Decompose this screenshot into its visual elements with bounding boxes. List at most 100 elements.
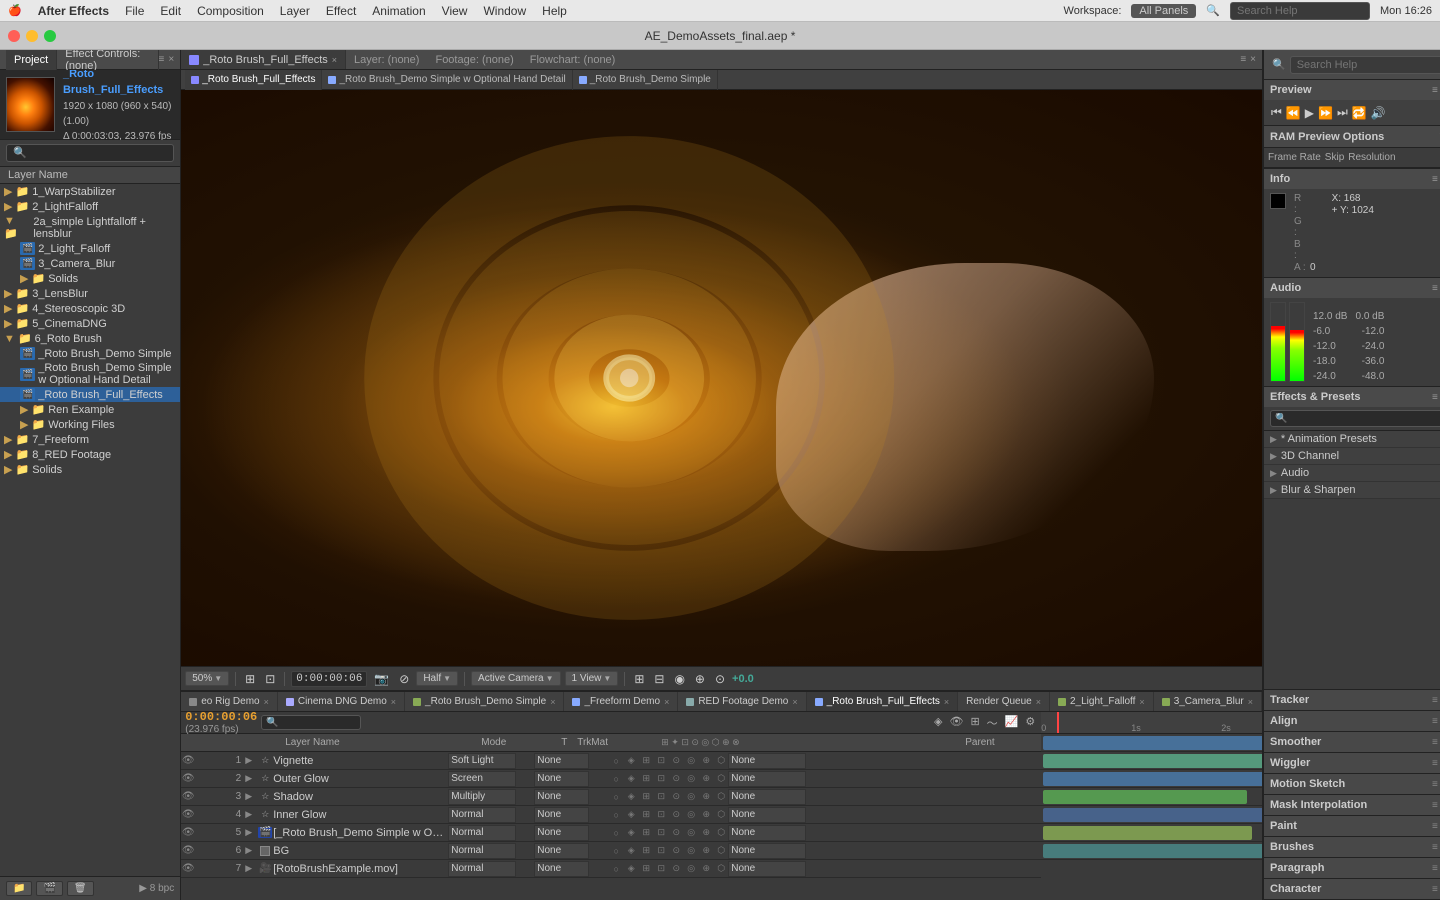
audio-button[interactable]: 🔊 bbox=[1370, 105, 1387, 121]
view-options-1[interactable]: ⊞ bbox=[631, 671, 647, 687]
mini-panel-header[interactable]: Align ≡ × bbox=[1264, 711, 1440, 731]
switch-3[interactable]: ⊞ bbox=[639, 862, 653, 876]
trkmat-cell[interactable]: NoneAlpha MatteAlpha Inverted Matte bbox=[534, 789, 609, 805]
effect-category-header[interactable]: ▶ Blur & Sharpen bbox=[1264, 482, 1440, 499]
effects-search-input[interactable] bbox=[1270, 410, 1440, 427]
layer-row[interactable]: 👁 6 ▶ BG NormalScreenMultiplyOverlaySoft… bbox=[181, 842, 1041, 860]
switch-2[interactable]: ◈ bbox=[624, 808, 638, 822]
menu-composition[interactable]: Composition bbox=[197, 4, 264, 18]
switch-quality[interactable]: ⊡ bbox=[654, 790, 668, 804]
mini-panel-header[interactable]: Paragraph ≡ × bbox=[1264, 858, 1440, 878]
camera-control[interactable]: Active Camera ▼ bbox=[471, 671, 561, 686]
new-comp-button[interactable]: 🎬 bbox=[36, 881, 62, 896]
switch-3d[interactable]: ⬡ bbox=[714, 790, 728, 804]
switch-1[interactable]: ○ bbox=[609, 844, 623, 858]
project-tab[interactable]: Project bbox=[6, 50, 57, 70]
mini-panel-header[interactable]: Tracker ≡ × bbox=[1264, 690, 1440, 710]
switch-3d[interactable]: ⬡ bbox=[714, 754, 728, 768]
go-to-start-button[interactable]: ⏮ bbox=[1270, 104, 1283, 121]
tab-close[interactable]: × bbox=[264, 697, 269, 707]
project-tree-item[interactable]: 🎬_Roto Brush_Demo Simple bbox=[0, 346, 180, 361]
enable-motion-blur-icon[interactable]: 〜 bbox=[985, 714, 1000, 732]
timeline-bar[interactable] bbox=[1043, 736, 1262, 750]
switch-1[interactable]: ○ bbox=[609, 862, 623, 876]
menu-help[interactable]: Help bbox=[542, 4, 567, 18]
timeline-bar[interactable] bbox=[1043, 772, 1262, 786]
switch-5[interactable]: ⊙ bbox=[669, 808, 683, 822]
timeline-tab[interactable]: 3_Camera_Blur× bbox=[1154, 692, 1262, 712]
parent-dropdown[interactable]: None bbox=[728, 843, 806, 859]
menu-file[interactable]: File bbox=[125, 4, 144, 18]
layer-visibility[interactable]: 👁 bbox=[181, 863, 195, 874]
tab-close[interactable]: × bbox=[664, 697, 669, 707]
mini-panel-header[interactable]: Motion Sketch ≡ × bbox=[1264, 774, 1440, 794]
layer-expand[interactable]: ▶ bbox=[245, 863, 257, 874]
switch-3[interactable]: ⊞ bbox=[639, 772, 653, 786]
tab-close[interactable]: × bbox=[1139, 697, 1144, 707]
mini-panel-header[interactable]: Wiggler ≡ × bbox=[1264, 753, 1440, 773]
switch-6[interactable]: ◎ bbox=[684, 790, 698, 804]
switch-5[interactable]: ⊙ bbox=[669, 754, 683, 768]
switch-1[interactable]: ○ bbox=[609, 754, 623, 768]
panel-menu-icon[interactable]: ≡ bbox=[1432, 884, 1438, 895]
project-tree-item[interactable]: ▶ 📁4_Stereoscopic 3D bbox=[0, 301, 180, 316]
parent-cell[interactable]: None bbox=[728, 753, 808, 769]
timeline-tab[interactable]: Render Queue× bbox=[958, 692, 1050, 712]
layer-mode[interactable]: NormalScreenMultiplyOverlaySoft LightAdd… bbox=[448, 753, 518, 769]
trkmat-cell[interactable]: NoneAlpha MatteAlpha Inverted Matte bbox=[534, 807, 609, 823]
switch-3[interactable]: ⊞ bbox=[639, 826, 653, 840]
panel-menu-icon[interactable]: ≡ bbox=[1432, 779, 1438, 790]
audio-header[interactable]: Audio ≡ × bbox=[1264, 278, 1440, 298]
layer-row[interactable]: 👁 3 ▶ ☆ Shadow NormalScreenMultiplyOverl… bbox=[181, 788, 1041, 806]
project-tree-item[interactable]: ▼ 📁2a_simple Lightfalloff + lensblur bbox=[0, 214, 180, 241]
preview-header[interactable]: Preview ≡ × bbox=[1264, 80, 1440, 100]
mini-panel-header[interactable]: Smoother ≡ × bbox=[1264, 732, 1440, 752]
timecode-display[interactable]: 0:00:00:06 bbox=[291, 671, 367, 687]
view-options-4[interactable]: ⊕ bbox=[692, 671, 708, 687]
switch-1[interactable]: ○ bbox=[609, 790, 623, 804]
info-menu[interactable]: ≡ bbox=[1432, 174, 1438, 185]
switch-1[interactable]: ○ bbox=[609, 772, 623, 786]
project-tree-item[interactable]: ▶ 📁8_RED Footage bbox=[0, 447, 180, 462]
project-tree-item[interactable]: ▶ 📁Solids bbox=[0, 462, 180, 477]
step-back-button[interactable]: ⏪ bbox=[1285, 105, 1302, 121]
project-tree-item[interactable]: 🎬3_Camera_Blur bbox=[0, 256, 180, 271]
enable-frame-blend-icon[interactable]: ⊞ bbox=[968, 714, 981, 732]
switch-quality[interactable]: ⊡ bbox=[654, 826, 668, 840]
comp-tab-close[interactable]: × bbox=[332, 55, 337, 65]
timeline-tab[interactable]: eo Rig Demo× bbox=[181, 692, 278, 712]
menu-window[interactable]: Window bbox=[483, 4, 526, 18]
switch-quality[interactable]: ⊡ bbox=[654, 772, 668, 786]
mode-dropdown[interactable]: NormalScreenMultiplyOverlaySoft LightAdd… bbox=[448, 843, 516, 859]
trkmat-cell[interactable]: NoneAlpha MatteAlpha Inverted Matte bbox=[534, 861, 609, 877]
trkmat-cell[interactable]: NoneAlpha MatteAlpha Inverted Matte bbox=[534, 843, 609, 859]
switch-3d[interactable]: ⬡ bbox=[714, 772, 728, 786]
switch-3[interactable]: ⊞ bbox=[639, 808, 653, 822]
switch-6[interactable]: ◎ bbox=[684, 844, 698, 858]
timeline-tab[interactable]: Cinema DNG Demo× bbox=[278, 692, 405, 712]
delete-button[interactable]: 🗑 bbox=[67, 881, 94, 896]
project-tree-item[interactable]: ▶ 📁Ren Example bbox=[0, 402, 180, 417]
switch-1[interactable]: ○ bbox=[609, 808, 623, 822]
switch-quality[interactable]: ⊡ bbox=[654, 754, 668, 768]
layer-mode[interactable]: NormalScreenMultiplyOverlaySoft LightAdd… bbox=[448, 843, 518, 859]
parent-cell[interactable]: None bbox=[728, 843, 808, 859]
step-forward-button[interactable]: ⏩ bbox=[1317, 105, 1334, 121]
mini-panel-header[interactable]: Character ≡ × bbox=[1264, 879, 1440, 899]
project-tree-item[interactable]: ▶ 📁5_CinemaDNG bbox=[0, 316, 180, 331]
composition-viewer[interactable] bbox=[181, 90, 1262, 666]
timeline-search-input[interactable] bbox=[261, 715, 361, 730]
tab-close[interactable]: × bbox=[1036, 697, 1041, 707]
timeline-bar[interactable] bbox=[1043, 790, 1246, 804]
switch-5[interactable]: ⊙ bbox=[669, 862, 683, 876]
switch-5[interactable]: ⊙ bbox=[669, 826, 683, 840]
layer-mode[interactable]: NormalScreenMultiplyOverlaySoft LightAdd… bbox=[448, 807, 518, 823]
transparency-icon[interactable]: ⊘ bbox=[396, 671, 412, 687]
switch-3[interactable]: ⊞ bbox=[639, 844, 653, 858]
layer-mode[interactable]: NormalScreenMultiplyOverlaySoft LightAdd… bbox=[448, 789, 518, 805]
layer-mode[interactable]: NormalScreenMultiplyOverlaySoft LightAdd… bbox=[448, 825, 518, 841]
switch-6[interactable]: ◎ bbox=[684, 826, 698, 840]
trkmat-dropdown[interactable]: NoneAlpha MatteAlpha Inverted Matte bbox=[534, 753, 589, 769]
audio-menu[interactable]: ≡ bbox=[1432, 283, 1438, 294]
parent-cell[interactable]: None bbox=[728, 861, 808, 877]
